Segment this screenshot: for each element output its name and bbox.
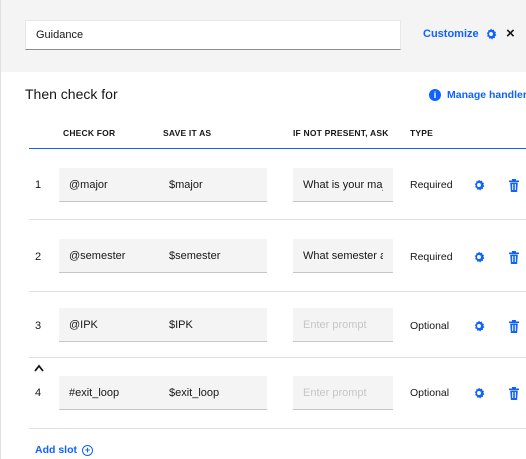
trash-icon[interactable] (509, 320, 519, 333)
slot-type[interactable]: Required (410, 179, 453, 191)
customize-label: Customize (423, 28, 479, 40)
column-header-check-for: CHECK FOR (63, 128, 116, 138)
close-icon[interactable]: × (506, 26, 515, 41)
slot-type[interactable]: Optional (410, 387, 449, 399)
save-as-input[interactable] (159, 239, 267, 273)
info-icon: i (429, 89, 441, 101)
check-for-input[interactable] (59, 376, 167, 410)
gear-icon (486, 28, 497, 40)
section-title: Then check for (25, 86, 118, 102)
manage-handlers-link[interactable]: i Manage handlers (429, 89, 526, 101)
node-name-input[interactable] (25, 20, 401, 50)
trash-icon[interactable] (509, 251, 519, 264)
slot-type[interactable]: Optional (410, 320, 449, 332)
gear-icon[interactable] (473, 179, 485, 191)
column-header-type: TYPE (410, 128, 434, 138)
row-number: 2 (35, 251, 42, 263)
gear-icon[interactable] (473, 320, 485, 332)
prompt-input[interactable] (293, 239, 393, 273)
prompt-input[interactable] (293, 308, 393, 342)
manage-handlers-label: Manage handlers (447, 89, 526, 101)
check-for-input[interactable] (59, 168, 167, 202)
check-for-input[interactable] (59, 239, 167, 273)
save-as-input[interactable] (159, 308, 267, 342)
slot-type[interactable]: Required (410, 251, 453, 263)
prompt-input[interactable] (293, 376, 393, 410)
check-for-input[interactable] (59, 308, 167, 342)
save-as-input[interactable] (159, 168, 267, 202)
customize-button[interactable]: Customize (423, 28, 497, 40)
save-as-input[interactable] (159, 376, 267, 410)
column-header-ask: IF NOT PRESENT, ASK (293, 128, 389, 138)
table-row: 4 Optional (1, 358, 526, 428)
trash-icon[interactable] (509, 387, 519, 400)
row-number: 1 (35, 179, 42, 191)
row-number: 4 (35, 387, 42, 399)
prompt-input[interactable] (293, 168, 393, 202)
add-slot-button[interactable]: Add slot + (35, 444, 93, 456)
slot-editor-panel: Customize × Then check for i Manage hand… (0, 0, 526, 459)
row-number: 3 (35, 320, 42, 332)
table-row: 2 Required (1, 220, 526, 290)
table-row: 3 Optional (1, 292, 526, 362)
add-slot-label: Add slot (35, 444, 77, 456)
gear-icon[interactable] (473, 387, 485, 399)
header-bar: Customize × (1, 0, 526, 72)
trash-icon[interactable] (509, 179, 519, 192)
column-header-save-as: SAVE IT AS (163, 128, 212, 138)
gear-icon[interactable] (473, 251, 485, 263)
table-row: 1 Required (1, 149, 526, 219)
row-divider (29, 428, 526, 429)
plus-circle-icon: + (82, 444, 93, 456)
